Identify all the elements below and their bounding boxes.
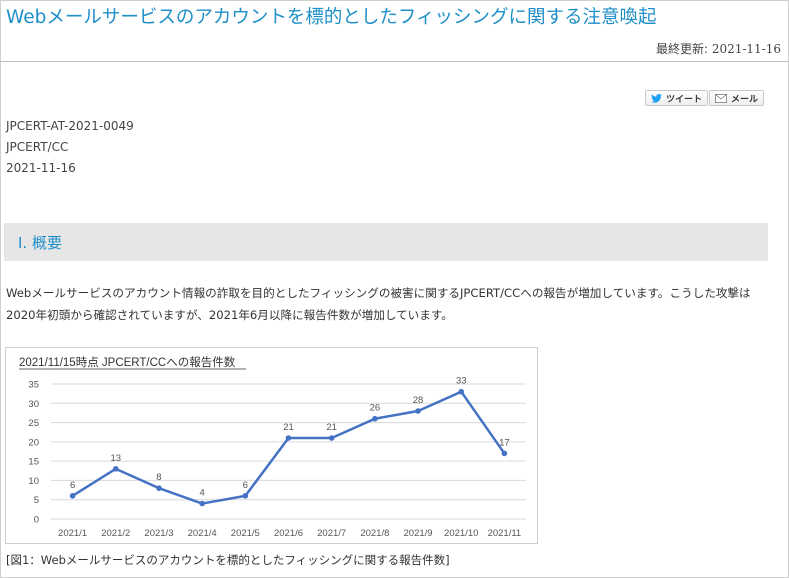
data-label: 6	[70, 480, 75, 491]
data-point	[242, 493, 249, 499]
data-label: 17	[499, 437, 510, 448]
y-tick-label: 5	[34, 495, 39, 506]
last-updated-value: 2021-11-16	[711, 42, 781, 56]
data-label: 4	[199, 488, 204, 499]
data-point	[415, 408, 421, 414]
x-tick-label: 2021/2	[101, 528, 130, 539]
page-title: Webメールサービスのアカウントを標的としたフィッシングに関する注意喚起	[6, 7, 657, 28]
data-point	[199, 500, 205, 507]
y-tick-label: 35	[28, 380, 39, 391]
x-tick-label: 2021/7	[317, 528, 346, 539]
chart-title: 2021/11/15時点 JPCERT/CCへの報告件数	[19, 355, 236, 369]
data-point	[112, 466, 119, 472]
y-tick-label: 25	[28, 418, 39, 429]
overview-paragraph: Webメールサービスのアカウント情報の詐取を目的としたフィッシングの被害に関する…	[6, 286, 751, 322]
x-tick-label: 2021/6	[274, 528, 303, 539]
data-label: 28	[413, 395, 424, 406]
data-label: 21	[326, 422, 337, 433]
y-tick-label: 15	[28, 457, 39, 468]
mail-share-button[interactable]: メール	[709, 90, 765, 106]
data-label: 13	[110, 453, 121, 464]
data-point	[328, 435, 335, 441]
figure-caption: [図1：Webメールサービスのアカウントを標的としたフィッシングに関する報告件数…	[6, 553, 450, 567]
x-tick-label: 2021/8	[360, 528, 389, 539]
data-label: 33	[456, 376, 467, 387]
tweet-button[interactable]: ツイート	[645, 90, 709, 106]
line-chart: 2021/11/15時点 JPCERT/CCへの報告件数 0 5 10 15 20 25 30…	[19, 355, 526, 539]
x-tick-label: 2021/4	[188, 528, 217, 539]
twitter-bird-icon	[651, 93, 662, 103]
section-title: I. 概要	[18, 234, 62, 252]
y-tick-label: 10	[28, 476, 39, 487]
data-point	[501, 450, 508, 457]
y-tick-label: 0	[34, 515, 39, 526]
series-line	[71, 390, 506, 505]
data-point	[69, 493, 76, 499]
data-label: 8	[156, 472, 161, 483]
data-point	[458, 388, 465, 395]
data-label: 21	[283, 422, 294, 433]
advisory-org: JPCERT/CC	[6, 140, 69, 154]
data-point	[285, 435, 292, 441]
advisory-meta: JPCERT-AT-2021-0049 JPCERT/CC 2021-11-16	[6, 116, 134, 179]
last-updated-label: 最終更新:	[655, 42, 708, 56]
x-tick-label: 2021/5	[231, 528, 260, 539]
x-tick-label: 2021/10	[444, 528, 478, 539]
x-tick-label: 2021/9	[404, 528, 433, 539]
mail-label: メール	[731, 94, 759, 105]
envelope-icon	[715, 93, 727, 103]
y-tick-label: 30	[28, 399, 39, 410]
data-point	[156, 485, 162, 491]
x-tick-label: 2021/1	[58, 528, 87, 539]
advisory-date: 2021-11-16	[6, 161, 76, 175]
chart-figure: 2021/11/15時点 JPCERT/CCへの報告件数 0 5 10 15 20 25 30…	[5, 347, 538, 544]
tweet-label: ツイート	[666, 94, 703, 105]
y-tick-label: 20	[28, 437, 39, 448]
data-label: 26	[370, 403, 381, 414]
advisory-id: JPCERT-AT-2021-0049	[6, 119, 134, 133]
last-updated: 最終更新: 2021-11-16	[656, 40, 781, 57]
title-divider	[0, 61, 789, 62]
data-point	[372, 415, 378, 422]
data-label: 6	[243, 480, 248, 491]
x-tick-label: 2021/11	[488, 528, 522, 539]
section-header: I. 概要	[4, 223, 768, 261]
x-tick-label: 2021/3	[144, 528, 173, 539]
